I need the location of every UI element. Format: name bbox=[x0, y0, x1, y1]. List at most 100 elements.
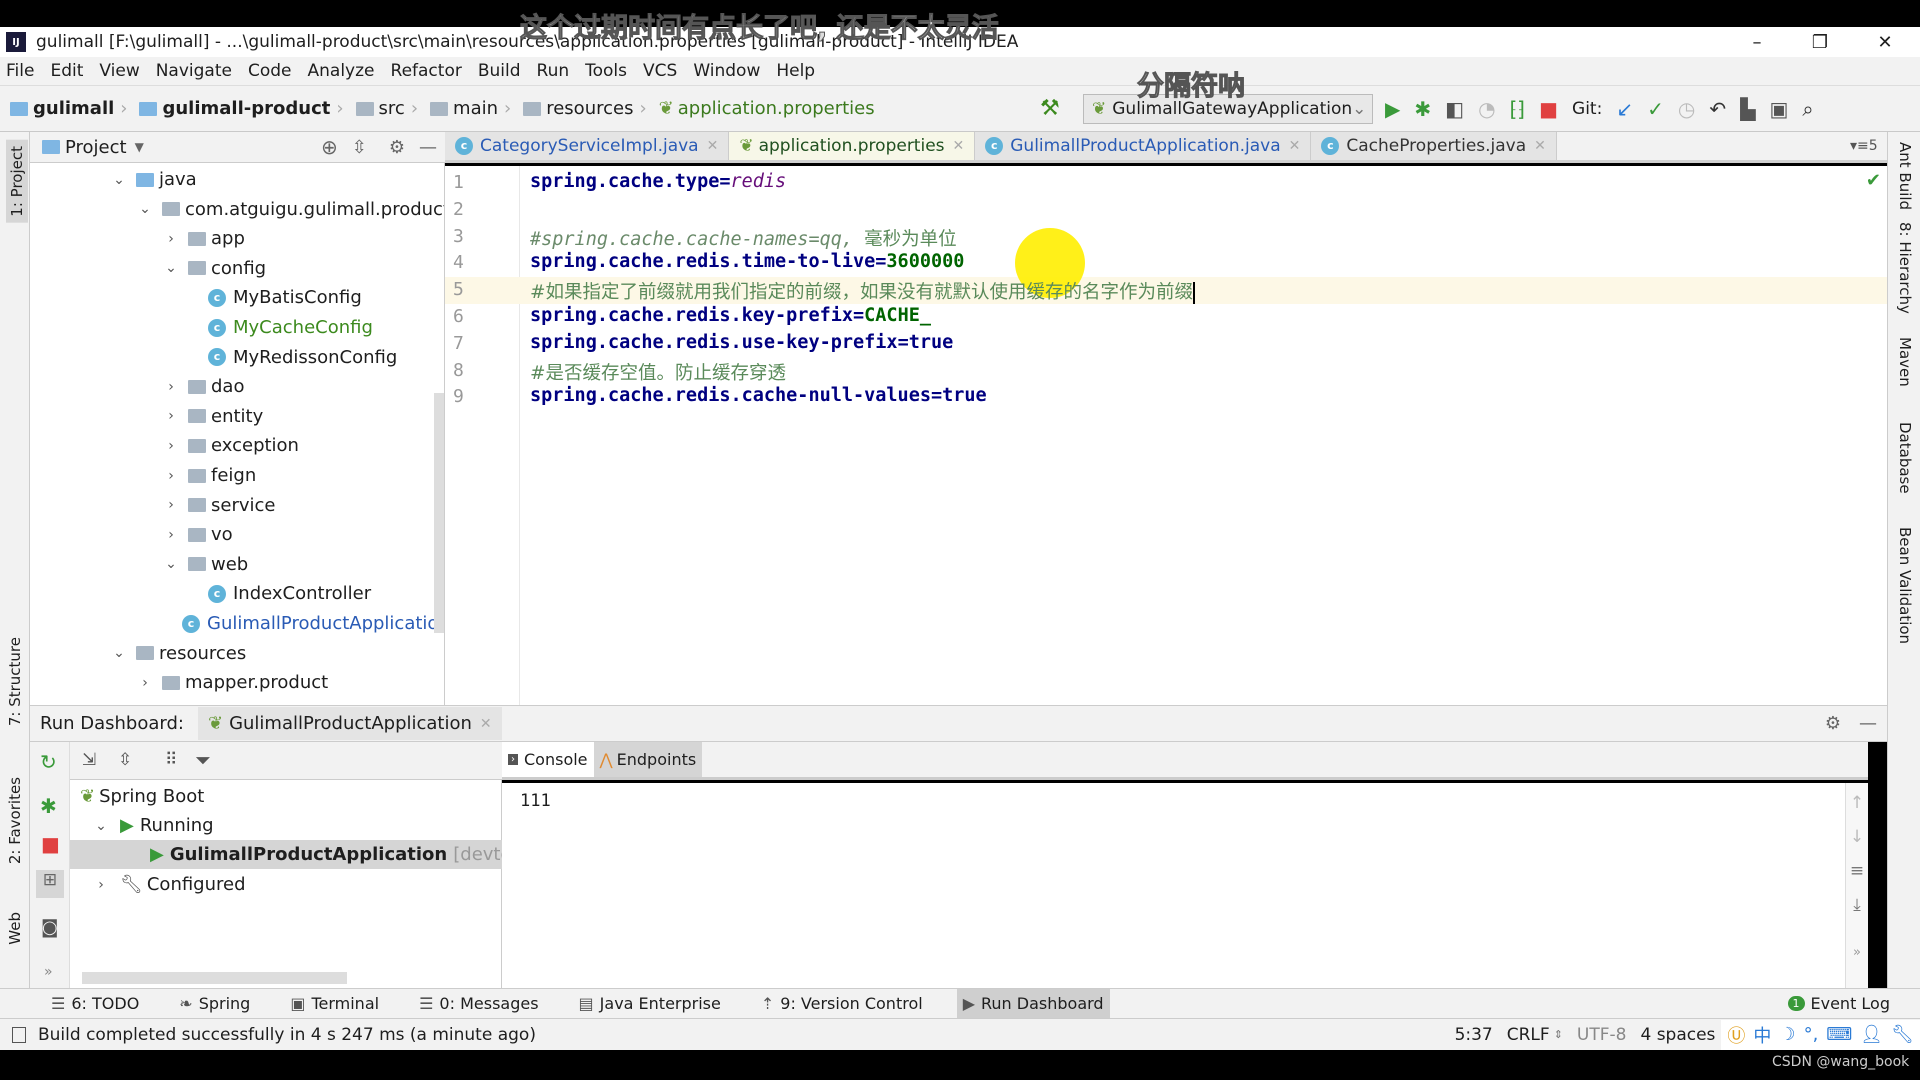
event-log-button[interactable]: 1 Event Log bbox=[1787, 994, 1890, 1013]
ime-toolbar[interactable]: Ⓤ 中 ☽ °, ⌨ 👤︎ 🔧︎ bbox=[1721, 1019, 1920, 1050]
git-rollback-icon[interactable]: ↶ bbox=[1709, 97, 1726, 121]
up-arrow-icon[interactable]: ↑ bbox=[1846, 793, 1868, 813]
tree-node[interactable]: ⌄ java bbox=[108, 165, 197, 194]
punctuation-icon[interactable]: °, bbox=[1804, 1024, 1819, 1045]
rerun-icon[interactable]: ↻ bbox=[40, 750, 57, 774]
close-tab-icon[interactable]: ✕ bbox=[1534, 138, 1546, 154]
git-history-icon[interactable]: ◷ bbox=[1678, 97, 1695, 121]
coverage-icon[interactable]: ◧ bbox=[1445, 97, 1464, 121]
tool-button-bean-validation[interactable]: Bean Validation bbox=[1896, 527, 1914, 644]
chevron-right-icon[interactable]: › bbox=[134, 675, 156, 691]
chevron-right-icon[interactable]: › bbox=[160, 527, 182, 543]
menu-help[interactable]: Help bbox=[776, 61, 815, 81]
filter-icon[interactable]: ⏷ bbox=[195, 748, 211, 772]
restore-button[interactable]: ❐ bbox=[1790, 27, 1850, 57]
breadcrumb-item[interactable]: gulimall › bbox=[10, 98, 133, 119]
chevron-right-icon[interactable]: › bbox=[90, 877, 112, 893]
menu-run[interactable]: Run bbox=[537, 61, 570, 81]
tab-gulimallproductapplication-java[interactable]: c GulimallProductApplication.java ✕ bbox=[975, 132, 1312, 160]
breadcrumb-item[interactable]: src › bbox=[355, 98, 424, 119]
attach-debugger-icon[interactable]: ⁅⁆ bbox=[1510, 97, 1526, 121]
line-separator[interactable]: CRLF bbox=[1507, 1025, 1550, 1045]
tab-categoryserviceimpl-java[interactable]: c CategoryServiceImpl.java ✕ bbox=[445, 132, 730, 160]
collapse-all-icon[interactable]: ⇳ bbox=[352, 137, 367, 158]
indent-setting[interactable]: 4 spaces bbox=[1640, 1025, 1715, 1045]
menu-refactor[interactable]: Refactor bbox=[391, 61, 462, 81]
menu-view[interactable]: View bbox=[99, 61, 139, 81]
moon-icon[interactable]: ☽ bbox=[1779, 1024, 1795, 1045]
code-editor[interactable]: ✔ spring.cache.type=redis #spring.cache.c… bbox=[520, 166, 1887, 705]
tree-node[interactable]: c IndexController bbox=[186, 579, 371, 608]
chevron-right-icon[interactable]: › bbox=[160, 379, 182, 395]
tab-endpoints[interactable]: ⋀ Endpoints bbox=[593, 742, 703, 777]
tool-button-maven[interactable]: Maven bbox=[1896, 337, 1914, 387]
gear-icon[interactable]: ⚙ bbox=[1825, 713, 1841, 734]
tool-window-run-dashboard[interactable]: ▶ Run Dashboard bbox=[956, 988, 1110, 1019]
debug-icon[interactable]: ✱ bbox=[1414, 97, 1431, 121]
tree-node[interactable]: › exception bbox=[160, 431, 299, 460]
tree-node[interactable]: c MyCacheConfig bbox=[186, 313, 373, 342]
stop-icon[interactable]: ■ bbox=[41, 832, 60, 856]
presentation-icon[interactable]: ▣ bbox=[1769, 97, 1788, 121]
status-toggle-icon[interactable] bbox=[12, 1026, 26, 1043]
ime-mode[interactable]: 中 bbox=[1753, 1022, 1771, 1048]
menu-file[interactable]: File bbox=[6, 61, 34, 81]
tree-node[interactable]: › dao bbox=[160, 372, 244, 401]
hide-icon[interactable]: — bbox=[1859, 713, 1877, 734]
close-tab-icon[interactable]: ✕ bbox=[953, 138, 965, 154]
group-icon[interactable]: ⊞ bbox=[36, 870, 64, 898]
tree-node[interactable]: ⌄ config bbox=[160, 254, 266, 283]
stop-icon[interactable]: ■ bbox=[1539, 97, 1558, 121]
chevron-right-icon[interactable]: › bbox=[160, 438, 182, 454]
tool-window-terminal[interactable]: ▣ Terminal bbox=[284, 989, 385, 1019]
tool-button-ant-build[interactable]: Ant Build bbox=[1896, 142, 1914, 210]
tree-node[interactable]: › entity bbox=[160, 402, 263, 431]
run-dashboard-tab[interactable]: ❦ GulimallProductApplication ✕ bbox=[197, 707, 502, 740]
console-output[interactable]: 111 bbox=[502, 783, 1868, 988]
menu-code[interactable]: Code bbox=[248, 61, 292, 81]
project-view-select[interactable]: Project bbox=[65, 137, 127, 158]
scroll-to-end-icon[interactable]: ⤓ bbox=[1846, 895, 1868, 915]
file-encoding[interactable]: UTF-8 bbox=[1577, 1025, 1627, 1045]
expand-all-icon[interactable]: ⇲ bbox=[82, 750, 96, 770]
horizontal-scrollbar[interactable] bbox=[82, 972, 347, 984]
hide-icon[interactable]: — bbox=[419, 137, 437, 158]
chevron-right-icon[interactable]: › bbox=[160, 497, 182, 513]
tree-running-app[interactable]: ▶ GulimallProductApplication [devtools] bbox=[70, 840, 544, 869]
tab-overflow-button[interactable]: ▾≡5 bbox=[1850, 138, 1878, 154]
menu-edit[interactable]: Edit bbox=[50, 61, 83, 81]
git-update-icon[interactable]: ↙ bbox=[1616, 97, 1633, 121]
chevron-right-icon[interactable]: › bbox=[160, 468, 182, 484]
tree-node[interactable]: › vo bbox=[160, 520, 232, 549]
close-tab-icon[interactable]: ✕ bbox=[1289, 138, 1301, 154]
close-tab-icon[interactable]: ✕ bbox=[707, 138, 719, 154]
tab-cacheproperties-java[interactable]: c CacheProperties.java ✕ bbox=[1311, 132, 1557, 160]
tree-node[interactable]: ⌄ web bbox=[160, 550, 248, 579]
soft-wrap-icon[interactable]: ≡ bbox=[1846, 861, 1868, 881]
menu-build[interactable]: Build bbox=[478, 61, 521, 81]
tree-node[interactable]: c MyRedissonConfig bbox=[186, 343, 397, 372]
chevron-down-icon[interactable]: ⌄ bbox=[134, 201, 156, 217]
chevron-right-icon[interactable]: › bbox=[160, 231, 182, 247]
vertical-scrollbar[interactable] bbox=[434, 393, 444, 633]
menu-tools[interactable]: Tools bbox=[585, 61, 627, 81]
tool-button-8-hierarchy[interactable]: 8: Hierarchy bbox=[1896, 222, 1914, 314]
chevron-down-icon[interactable]: ▼ bbox=[135, 140, 144, 154]
tree-configured[interactable]: › 🔧︎ Configured bbox=[90, 870, 245, 899]
git-commit-icon[interactable]: ✓ bbox=[1647, 97, 1664, 121]
tab-application-properties[interactable]: ❦ application.properties ✕ bbox=[729, 132, 976, 160]
chevron-down-icon[interactable]: ⌄ bbox=[108, 645, 130, 661]
menu-window[interactable]: Window bbox=[693, 61, 760, 81]
menu-navigate[interactable]: Navigate bbox=[156, 61, 232, 81]
tool-window-9-version-control[interactable]: ⇡ 9: Version Control bbox=[755, 989, 929, 1019]
collapse-all-icon[interactable]: ⇳ bbox=[118, 750, 132, 770]
breadcrumb-item[interactable]: resources › bbox=[523, 98, 652, 119]
chevron-down-icon[interactable]: ⌄ bbox=[160, 556, 182, 572]
tree-node[interactable]: › mapper.product bbox=[134, 668, 328, 697]
profile-icon[interactable]: ◔ bbox=[1478, 97, 1495, 121]
more-icon[interactable]: » bbox=[44, 964, 53, 980]
chevron-down-icon[interactable]: ⌄ bbox=[108, 172, 130, 188]
close-tab-icon[interactable]: ✕ bbox=[480, 716, 492, 732]
tree-node[interactable]: c MyBatisConfig bbox=[186, 283, 362, 312]
locate-icon[interactable]: ⊕ bbox=[321, 135, 338, 159]
